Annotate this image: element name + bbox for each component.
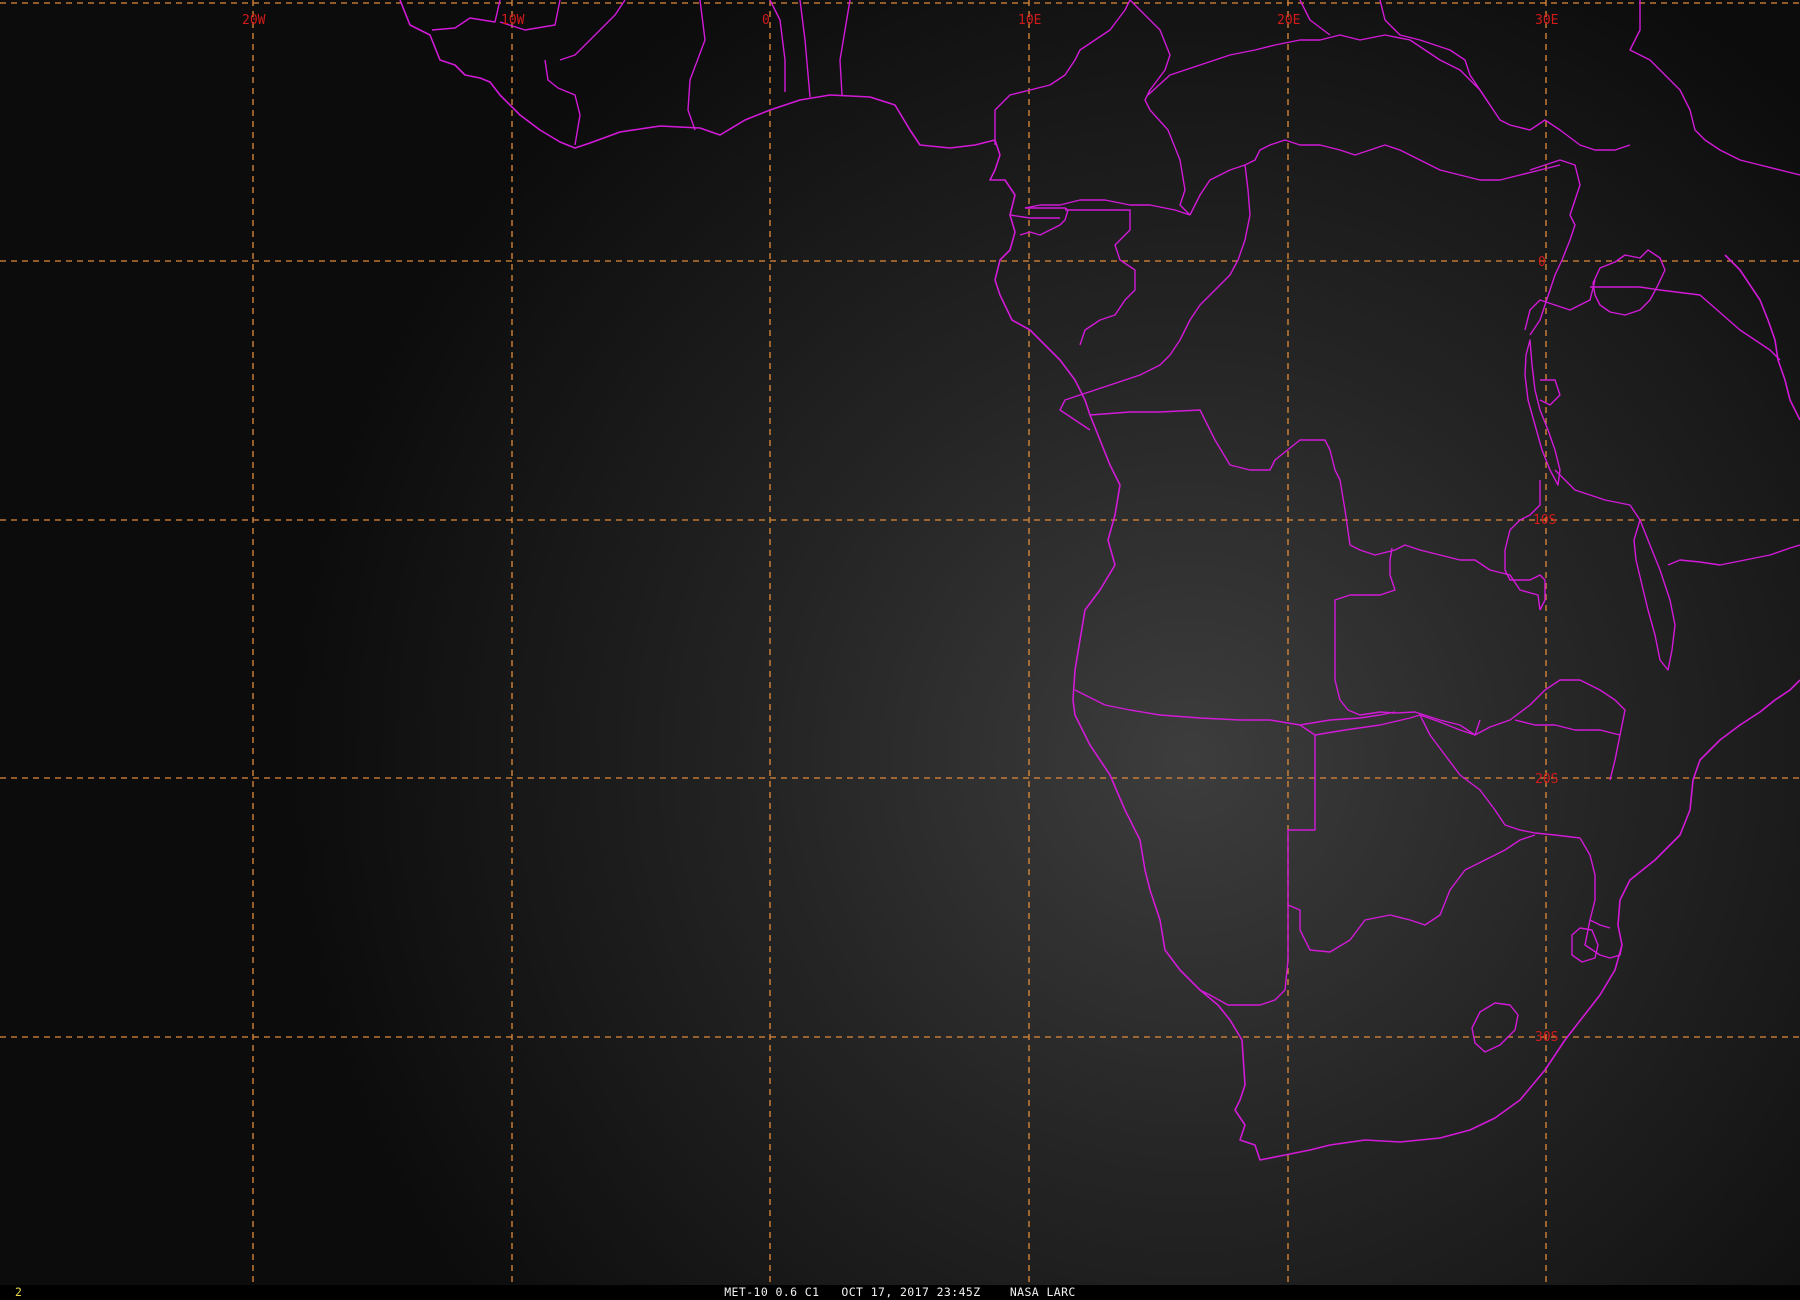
imagery-background [0,0,1800,1285]
lat-label-0: 0 [1538,255,1546,270]
satellite-image-viewer: 20W 10W 0 10E 20E 30E 0 10S 20S 30S 2 ME… [0,0,1800,1300]
lon-label-10w: 10W [501,13,525,28]
status-bar: 2 MET-10 0.6 C1 OCT 17, 2017 23:45Z NASA… [0,1285,1800,1300]
lon-label-30e: 30E [1535,13,1558,28]
lon-label-0: 0 [762,13,770,28]
lat-label-30s: 30S [1535,1030,1558,1045]
lon-label-10e: 10E [1018,13,1041,28]
satellite-map: 20W 10W 0 10E 20E 30E 0 10S 20S 30S [0,0,1800,1285]
lon-label-20e: 20E [1277,13,1300,28]
image-caption: MET-10 0.6 C1 OCT 17, 2017 23:45Z NASA L… [724,1285,1076,1299]
lat-label-10s: 10S [1533,513,1556,528]
lat-label-20s: 20S [1535,772,1558,787]
lon-label-20w: 20W [242,13,266,28]
